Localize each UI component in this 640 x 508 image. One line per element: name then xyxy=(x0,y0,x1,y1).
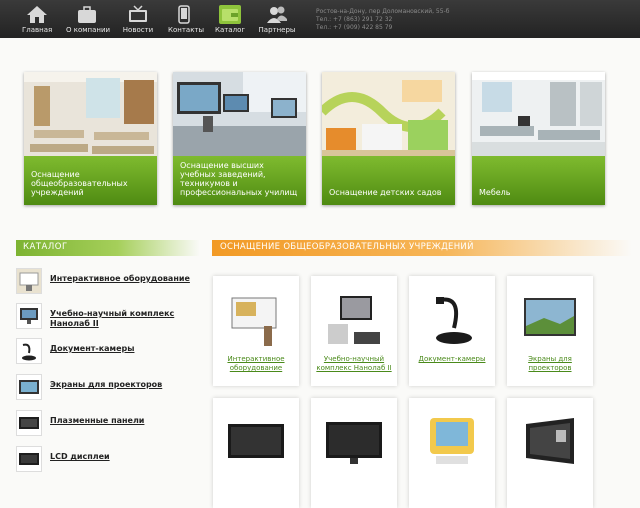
nanolab-image xyxy=(324,292,384,348)
plasma-panel-thumbnail xyxy=(16,410,42,436)
product-card[interactable] xyxy=(311,398,397,508)
phone-text: Тел.: +7 (909) 422 85 79 xyxy=(316,24,393,31)
interactive-board-image xyxy=(226,292,286,348)
wallet-icon xyxy=(219,5,241,24)
catalog-item-interactive[interactable]: Интерактивное оборудование xyxy=(16,268,206,296)
home-icon xyxy=(27,6,47,23)
address-text: Ростов-на-Дону, пер Доломановский, 55-б xyxy=(316,8,450,15)
catalog-heading: КАТАЛОГ xyxy=(23,242,68,252)
catalog-item-label: Экраны для проекторов xyxy=(50,380,163,389)
nav-contacts[interactable]: Контакты xyxy=(168,0,205,38)
product-card[interactable] xyxy=(409,398,495,508)
section-heading: ОСНАЩЕНИЕ ОБЩЕОБРАЗОВАТЕЛЬНЫХ УЧРЕЖДЕНИЙ xyxy=(220,242,474,252)
whiteboard-thumbnail xyxy=(16,268,42,294)
tile-caption: Оснащение общеобразовательных учреждений xyxy=(24,156,157,205)
nav-about[interactable]: О компании xyxy=(66,0,111,38)
category-tile-universities[interactable]: Оснащение высших учебных заведений, техн… xyxy=(173,72,306,205)
tile-title: Оснащение детских садов xyxy=(329,188,442,197)
nav-label: Новости xyxy=(122,26,154,34)
product-card[interactable]: Учебно-научный комплекс Нанолаб II xyxy=(311,276,397,386)
monitor-thumbnail xyxy=(16,303,42,329)
lcd-display-thumbnail xyxy=(16,446,42,472)
product-card[interactable]: Документ-камеры xyxy=(409,276,495,386)
nav-home[interactable]: Главная xyxy=(22,0,52,38)
catalog-item-document-cameras[interactable]: Документ-камеры xyxy=(16,338,206,366)
lcd-display-image xyxy=(324,414,384,470)
catalog-item-label: LCD дисплеи xyxy=(50,452,110,461)
product-label[interactable]: Интерактивное оборудование xyxy=(217,355,295,373)
nav-label: Главная xyxy=(22,26,53,34)
office-furniture-photo xyxy=(472,72,605,162)
product-card[interactable]: Интерактивное оборудование xyxy=(213,276,299,386)
category-tile-schools[interactable]: Оснащение общеобразовательных учреждений xyxy=(24,72,157,205)
plasma-panel-image xyxy=(226,414,286,470)
projector-screen-image xyxy=(520,292,580,348)
nav-partners[interactable]: Партнеры xyxy=(258,0,296,38)
product-label[interactable]: Экраны для проекторов xyxy=(511,355,589,373)
projector-screen-thumbnail xyxy=(16,374,42,400)
product-label[interactable]: Учебно-научный комплекс Нанолаб II xyxy=(315,355,393,373)
product-label[interactable]: Документ-камеры xyxy=(413,355,491,364)
category-tile-furniture[interactable]: Мебель xyxy=(472,72,605,205)
computer-lab-photo xyxy=(173,72,306,162)
nav-label: Каталог xyxy=(214,26,246,34)
catalog-item-label: Интерактивное оборудование xyxy=(50,274,190,283)
video-wall-image xyxy=(520,414,580,470)
catalog-item-nanolab[interactable]: Учебно-научный комплекс Нанолаб II xyxy=(16,303,206,331)
kids-computer-image xyxy=(422,414,482,470)
people-icon xyxy=(267,6,287,23)
catalog-heading-bar: КАТАЛОГ xyxy=(16,240,200,256)
classroom-photo xyxy=(24,72,157,162)
catalog-item-label: Плазменные панели xyxy=(50,416,145,425)
document-camera-thumbnail xyxy=(16,338,42,364)
document-camera-image xyxy=(422,292,482,348)
nav-label: Контакты xyxy=(168,26,205,34)
category-tile-kindergartens[interactable]: Оснащение детских садов xyxy=(322,72,455,205)
nav-catalog[interactable]: Каталог xyxy=(214,0,246,38)
catalog-item-screens[interactable]: Экраны для проекторов xyxy=(16,374,206,402)
catalog-item-label: Документ-камеры xyxy=(50,344,135,353)
nav-label: Партнеры xyxy=(258,26,296,34)
catalog-item-plasma[interactable]: Плазменные панели xyxy=(16,410,206,438)
tile-caption: Оснащение детских садов xyxy=(322,156,455,205)
tile-title: Мебель xyxy=(479,188,511,197)
nav-label: О компании xyxy=(66,26,111,34)
catalog-item-lcd[interactable]: LCD дисплеи xyxy=(16,446,206,474)
nav-news[interactable]: Новости xyxy=(122,0,154,38)
header-contacts: Ростов-на-Дону, пер Доломановский, 55-б … xyxy=(316,8,449,32)
section-heading-bar: ОСНАЩЕНИЕ ОБЩЕОБРАЗОВАТЕЛЬНЫХ УЧРЕЖДЕНИЙ xyxy=(212,240,632,256)
tv-icon xyxy=(129,5,147,22)
top-navigation-bar: Главная О компании Новости Контакты Ката… xyxy=(0,0,640,38)
kindergarten-photo xyxy=(322,72,455,162)
product-card[interactable] xyxy=(507,398,593,508)
tile-caption: Оснащение высших учебных заведений, техн… xyxy=(173,156,306,205)
phone-text: Тел.: +7 (863) 291 72 32 xyxy=(316,16,393,23)
tile-title: Оснащение высших учебных заведений, техн… xyxy=(180,161,298,197)
tile-title: Оснащение общеобразовательных учреждений xyxy=(31,170,128,197)
tile-caption: Мебель xyxy=(472,156,605,205)
phone-icon xyxy=(178,5,190,24)
product-card[interactable] xyxy=(213,398,299,508)
briefcase-icon xyxy=(78,6,96,23)
product-card[interactable]: Экраны для проекторов xyxy=(507,276,593,386)
catalog-item-label: Учебно-научный комплекс Нанолаб II xyxy=(50,309,175,328)
